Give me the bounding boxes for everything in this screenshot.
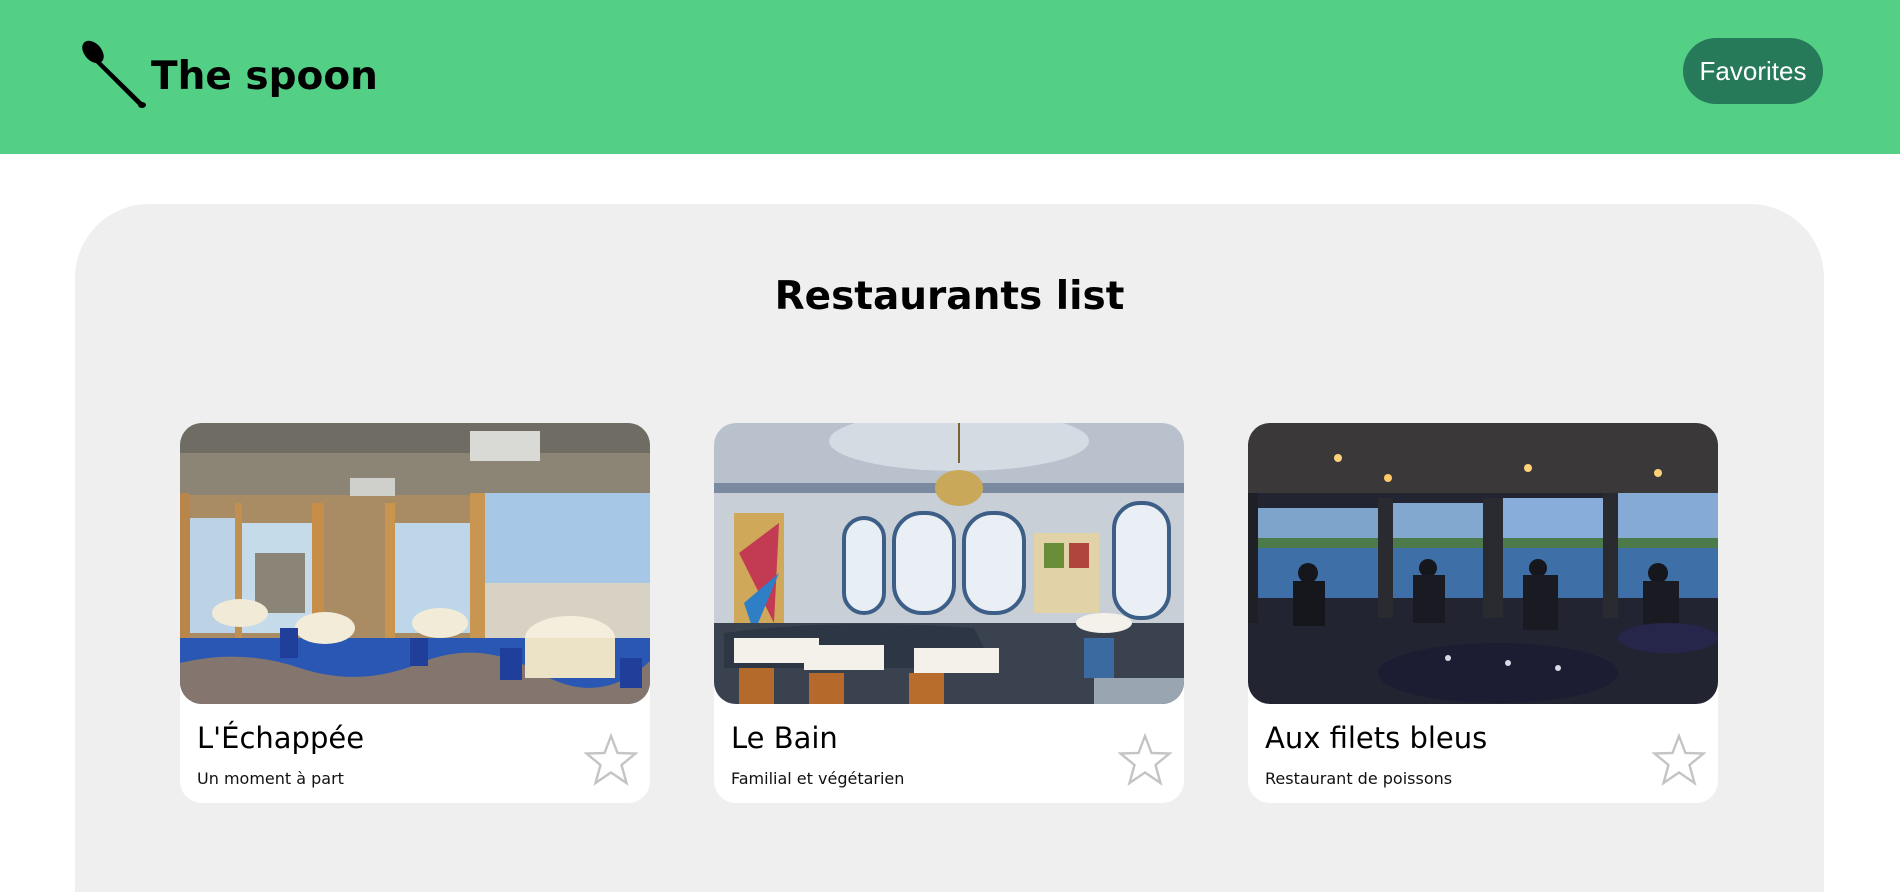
restaurant-card[interactable]: Aux filets bleus Restaurant de poissons	[1248, 423, 1718, 803]
restaurant-photo	[714, 423, 1184, 704]
restaurant-description: Un moment à part	[197, 769, 344, 788]
restaurant-card[interactable]: L'Échappée Un moment à part	[180, 423, 650, 803]
star-outline-icon[interactable]	[1118, 733, 1172, 787]
restaurant-photo	[1248, 423, 1718, 704]
restaurant-name[interactable]: Aux filets bleus	[1265, 719, 1487, 757]
page: The spoon Favorites Restaurants list L'É…	[0, 0, 1900, 892]
top-header: The spoon Favorites	[0, 0, 1900, 154]
restaurant-description: Familial et végétarien	[731, 769, 905, 788]
restaurant-card[interactable]: Le Bain Familial et végétarien	[714, 423, 1184, 803]
restaurant-description: Restaurant de poissons	[1265, 769, 1453, 788]
restaurants-panel: Restaurants list L'Échappée Un moment à …	[75, 204, 1824, 892]
star-outline-icon[interactable]	[584, 733, 638, 787]
restaurant-name[interactable]: L'Échappée	[197, 719, 364, 757]
star-outline-icon[interactable]	[1652, 733, 1706, 787]
brand-title[interactable]: The spoon	[151, 52, 378, 102]
spoon-icon	[82, 40, 146, 108]
page-title: Restaurants list	[774, 274, 1125, 319]
restaurant-name[interactable]: Le Bain	[731, 719, 838, 757]
restaurant-photo	[180, 423, 650, 704]
favorites-button[interactable]: Favorites	[1683, 38, 1823, 104]
